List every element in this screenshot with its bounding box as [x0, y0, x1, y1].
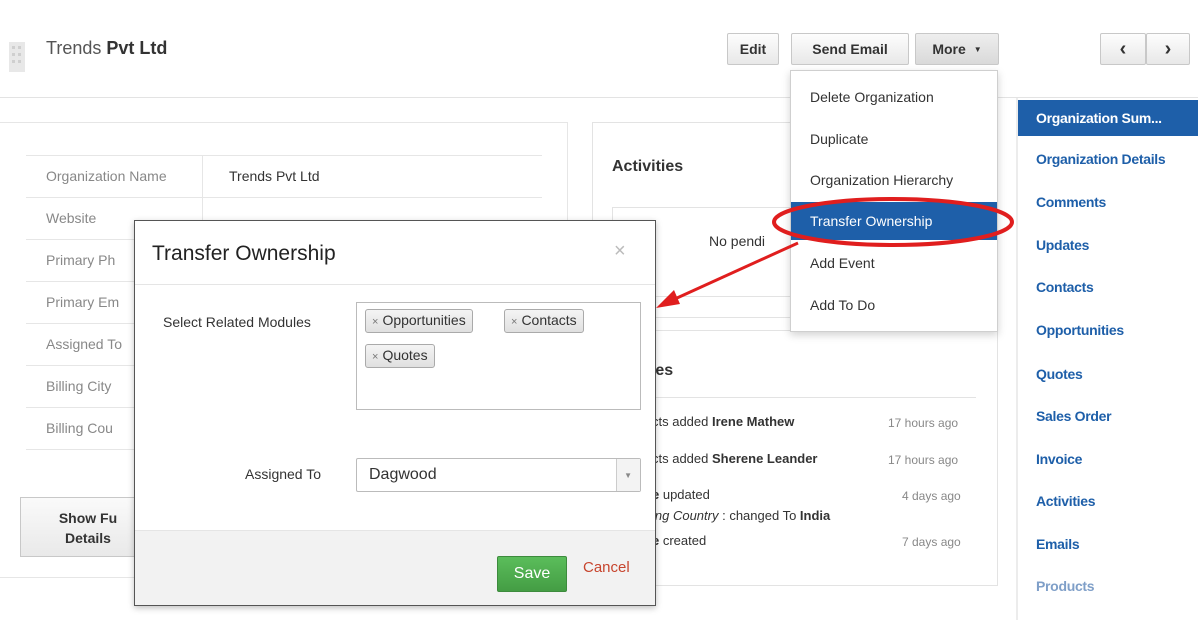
sidebar-item-opportunities[interactable]: Opportunities	[1036, 322, 1124, 338]
assigned-to-value: Dagwood	[369, 466, 437, 483]
update-field-name: ing Country	[652, 508, 719, 523]
activities-empty-text: No pendi	[709, 233, 766, 249]
sidebar-item-organization-details[interactable]: Organization Details	[1036, 151, 1166, 167]
header-bar	[0, 0, 1198, 98]
modal-title: Transfer Ownership	[152, 242, 336, 265]
modal-header-divider	[135, 284, 655, 285]
remove-tag-icon[interactable]: ×	[372, 351, 378, 363]
assigned-to-label: Assigned To	[245, 466, 322, 482]
close-icon[interactable]: ×	[614, 240, 626, 263]
page-title-regular: Trends	[46, 38, 102, 58]
more-dropdown-menu	[790, 70, 998, 332]
related-modules-label: Select Related Modules	[163, 314, 311, 330]
remove-tag-icon[interactable]: ×	[511, 316, 517, 328]
sidebar-item-quotes[interactable]: Quotes	[1036, 366, 1083, 382]
field-label: Primary Ph	[46, 252, 116, 268]
update-time: 17 hours ago	[888, 453, 959, 467]
remove-tag-icon[interactable]: ×	[372, 316, 378, 328]
updates-divider	[604, 397, 976, 398]
menu-item-add-event[interactable]: Add Event	[810, 255, 875, 271]
more-button-label: More	[932, 41, 966, 57]
building-icon	[9, 42, 25, 72]
sidebar-item-emails[interactable]: Emails	[1036, 536, 1080, 552]
module-tag-quotes: × Quotes	[365, 344, 435, 368]
chevron-down-icon: ▼	[624, 471, 632, 480]
update-time: 4 days ago	[902, 489, 961, 503]
field-divider	[202, 156, 203, 198]
menu-item-duplicate[interactable]: Duplicate	[810, 131, 868, 147]
update-contact-link[interactable]: Irene Mathew	[712, 414, 794, 429]
modal-footer	[135, 530, 655, 605]
menu-item-add-to-do[interactable]: Add To Do	[810, 297, 875, 313]
field-label: Website	[46, 210, 97, 226]
field-label: Primary Em	[46, 294, 120, 310]
update-text: updated	[659, 487, 710, 502]
chevron-left-icon: ‹	[1119, 37, 1127, 60]
field-label: Billing City	[46, 378, 112, 394]
sidebar-item-activities[interactable]: Activities	[1036, 493, 1096, 509]
update-item: cts added Irene Mathew	[652, 414, 794, 429]
page-title-bold: Pvt Ltd	[106, 38, 168, 58]
field-label: Organization Name	[46, 168, 167, 184]
module-tag-contacts: × Contacts	[504, 309, 584, 333]
chevron-right-icon: ›	[1164, 37, 1172, 60]
cancel-link[interactable]: Cancel	[583, 559, 630, 576]
update-text: cts added	[652, 414, 712, 429]
update-detail: ing Country : changed To India	[652, 508, 830, 523]
sidebar-item-organization-summary[interactable]: Organization Sum...	[1036, 110, 1162, 126]
sidebar-item-products[interactable]: Products	[1036, 578, 1095, 594]
activities-title: Activities	[612, 158, 684, 175]
update-detail-text: : changed To	[718, 508, 800, 523]
field-value: Trends Pvt Ltd	[229, 168, 320, 184]
field-row: Organization Name Trends Pvt Ltd	[26, 156, 542, 198]
next-record-button[interactable]: ›	[1146, 33, 1190, 65]
assigned-to-select[interactable]: Dagwood ▼	[356, 458, 641, 492]
update-item: e updated	[652, 487, 710, 502]
update-time: 7 days ago	[902, 535, 961, 549]
more-button[interactable]: More ▼	[915, 33, 999, 65]
menu-item-transfer-ownership[interactable]: Transfer Ownership	[810, 213, 932, 229]
save-button[interactable]: Save	[497, 556, 567, 592]
module-tag-opportunities: × Opportunities	[365, 309, 473, 333]
menu-item-organization-hierarchy[interactable]: Organization Hierarchy	[810, 172, 953, 188]
sidebar-item-sales-order[interactable]: Sales Order	[1036, 408, 1112, 424]
update-text: created	[659, 533, 707, 548]
field-label: Assigned To	[46, 336, 123, 352]
sidebar-item-invoice[interactable]: Invoice	[1036, 451, 1082, 467]
previous-record-button[interactable]: ‹	[1100, 33, 1146, 65]
send-email-button[interactable]: Send Email	[791, 33, 909, 65]
sidebar-item-contacts[interactable]: Contacts	[1036, 279, 1094, 295]
edit-button[interactable]: Edit	[727, 33, 779, 65]
update-contact-link[interactable]: Sherene Leander	[712, 451, 818, 466]
update-new-value: India	[799, 508, 831, 523]
update-time: 17 hours ago	[888, 416, 959, 430]
field-label: Billing Cou	[46, 420, 113, 436]
sidebar-item-updates[interactable]: Updates	[1036, 237, 1089, 253]
sidebar-item-comments[interactable]: Comments	[1036, 194, 1106, 210]
page-title: Trends Pvt Ltd	[46, 38, 167, 59]
module-tag-label: Opportunities	[382, 312, 466, 328]
update-text: cts added	[652, 451, 712, 466]
module-tag-label: Quotes	[382, 347, 428, 363]
update-item: cts added Sherene Leander	[652, 451, 818, 466]
module-tag-label: Contacts	[521, 312, 577, 328]
menu-item-delete-organization[interactable]: Delete Organization	[810, 89, 934, 105]
update-item: e created	[652, 533, 706, 548]
caret-down-icon: ▼	[973, 44, 982, 54]
